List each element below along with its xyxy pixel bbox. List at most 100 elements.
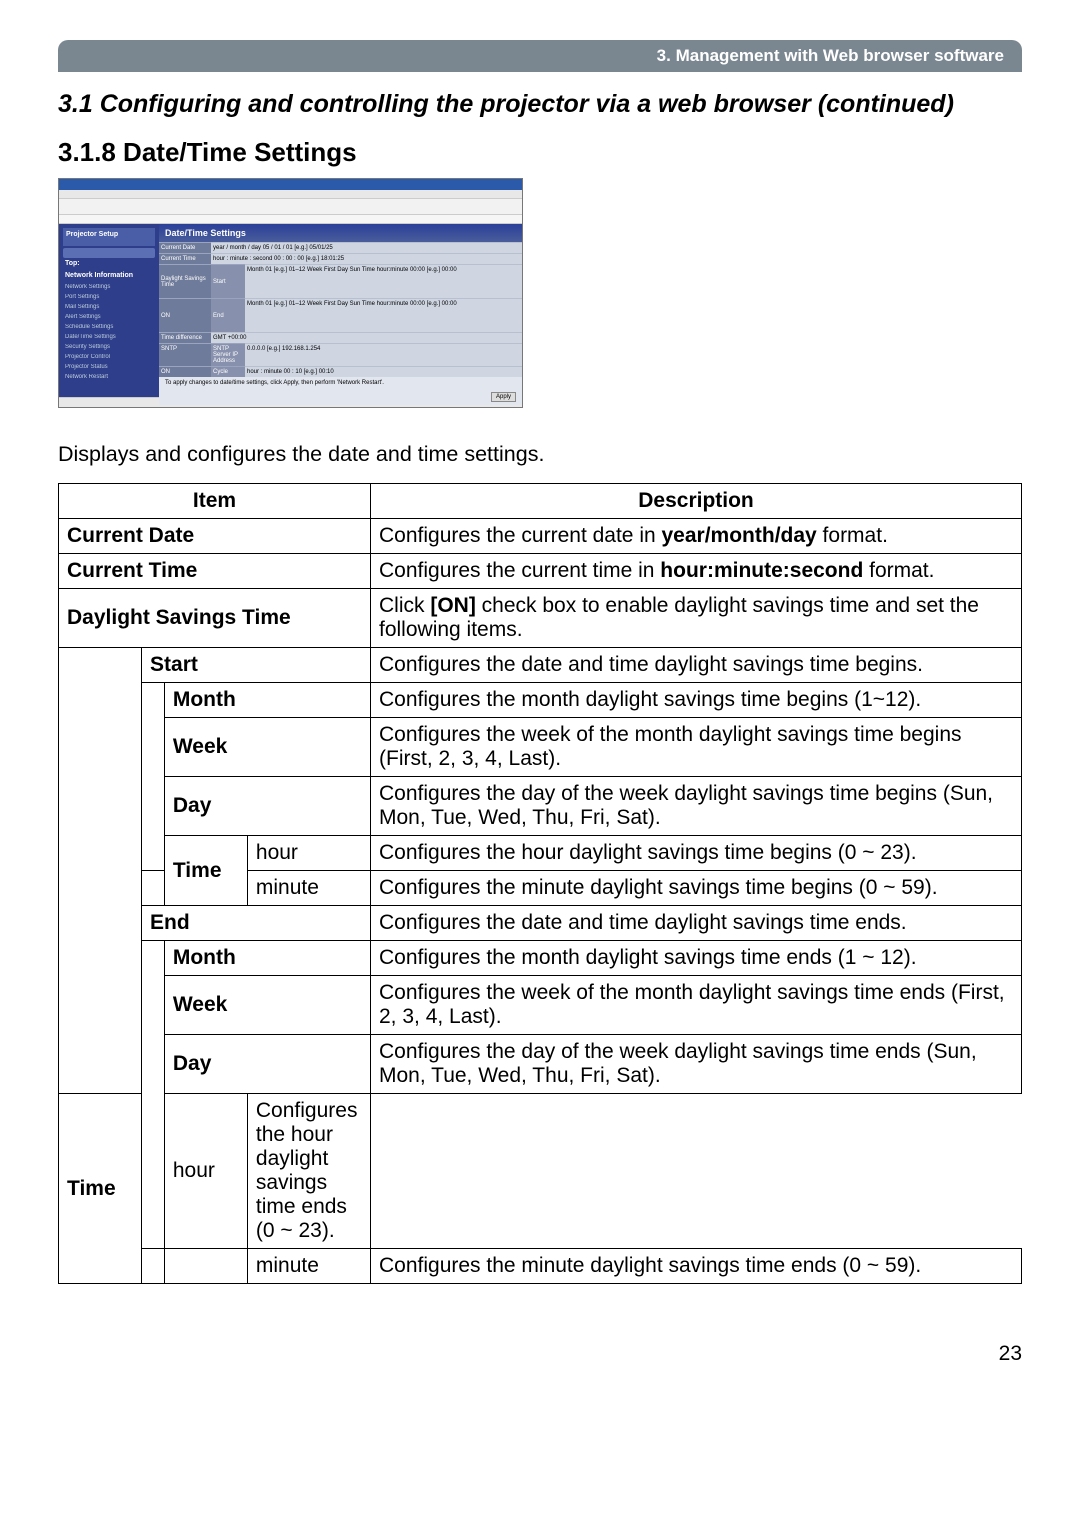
sidebar-item-mail-settings[interactable]: Mail Settings [63,304,155,312]
item-end: End [142,906,371,941]
table-row: End Configures the date and time dayligh… [59,906,1022,941]
chapter-header: 3. Management with Web browser software [58,40,1022,72]
window-menubar [59,190,522,199]
table-row: Week Configures the week of the month da… [59,718,1022,777]
item-start: Start [142,648,371,683]
row-timediff-label: Time difference [159,332,211,343]
apply-note: To apply changes to date/time settings, … [159,377,522,389]
desc-end-month: Configures the month daylight savings ti… [371,941,1022,976]
desc-start-month: Configures the month daylight savings ti… [371,683,1022,718]
row-sntp-on[interactable]: ON [159,366,211,377]
indent-start [142,683,165,871]
th-item: Item [59,484,371,519]
sidebar-item-schedule-settings[interactable]: Schedule Settings [63,324,155,332]
item-end-week: Week [164,976,370,1035]
desc-current-time: Configures the current time in hour:minu… [371,554,1022,589]
panel-title: Date/Time Settings [159,224,522,242]
table-row: minute Configures the minute daylight sa… [59,1249,1022,1284]
desc-start-hour: Configures the hour daylight savings tim… [371,836,1022,871]
intro-text: Displays and configures the date and tim… [58,442,1022,467]
row-current-date-label: Current Date [159,242,211,253]
desc-start: Configures the date and time daylight sa… [371,648,1022,683]
row-sntp-label: SNTP [159,343,211,366]
row-current-time-label: Current Time [159,253,211,264]
desc-dst: Click [ON] check box to enable daylight … [371,589,1022,648]
row-end-label: End [211,298,245,332]
desc-end-minute: Configures the minute daylight savings t… [371,1249,1022,1284]
item-current-time: Current Time [59,554,371,589]
item-start-hour: hour [247,836,370,871]
main-panel: Date/Time Settings Current Date year / m… [159,224,522,397]
table-row: Daylight Savings Time Click [ON] check b… [59,589,1022,648]
table-row: Start Configures the date and time dayli… [59,648,1022,683]
desc-start-week: Configures the week of the month dayligh… [371,718,1022,777]
row-sntp-addr-value[interactable]: 0.0.0.0 [e.g.] 192.168.1.254 [245,343,522,366]
table-row: Current Time Configures the current time… [59,554,1022,589]
indent-end-time [164,1249,247,1284]
table-row: Month Configures the month daylight savi… [59,683,1022,718]
sidebar-item-network-settings[interactable]: Network Settings [63,284,155,292]
row-timediff-value[interactable]: GMT +00:00 [211,332,522,343]
sidebar-title: Projector Setup [63,228,155,246]
table-row: Day Configures the day of the week dayli… [59,777,1022,836]
description-table: Item Description Current Date Configures… [58,483,1022,1284]
item-dst: Daylight Savings Time [59,589,371,648]
item-start-month: Month [164,683,370,718]
indent-start-time [142,871,165,906]
apply-button[interactable]: Apply [491,392,516,402]
browser-toolbar [59,199,522,215]
embedded-screenshot: Projector Setup Top: Network Information… [58,178,523,408]
desc-end-hour: Configures the hour daylight savings tim… [247,1094,370,1249]
table-row: Week Configures the week of the month da… [59,976,1022,1035]
item-end-day: Day [164,1035,370,1094]
indent-end [142,941,165,1249]
row-sntp-cycle-label: Cycle [211,366,245,377]
item-end-time: Time [59,1094,142,1284]
table-row: Month Configures the month daylight savi… [59,941,1022,976]
browser-addressbar [59,215,522,224]
logoff-button[interactable] [63,248,155,258]
item-start-week: Week [164,718,370,777]
item-end-month: Month [164,941,370,976]
sidebar-item-projector-control[interactable]: Projector Control [63,354,155,362]
row-current-time-value[interactable]: hour : minute : second 00 : 00 : 00 [e.g… [211,253,522,264]
sidebar: Projector Setup Top: Network Information… [59,224,159,397]
desc-end-day: Configures the day of the week daylight … [371,1035,1022,1094]
sidebar-group-top: Top: [63,260,155,270]
th-description: Description [371,484,1022,519]
subsection-title: 3.1.8 Date/Time Settings [58,137,1022,168]
row-start-value[interactable]: Month 01 [e.g.] 01–12 Week First Day Sun… [245,264,522,298]
row-start-label: Start [211,264,245,298]
item-end-hour: hour [164,1094,247,1249]
section-title: 3.1 Configuring and controlling the proj… [58,90,1022,119]
table-row: Day Configures the day of the week dayli… [59,1035,1022,1094]
window-titlebar [59,179,522,190]
item-start-minute: minute [247,871,370,906]
sidebar-item-security-settings[interactable]: Security Settings [63,344,155,352]
sidebar-item-alert-settings[interactable]: Alert Settings [63,314,155,322]
sidebar-group-network: Network Information [63,272,155,282]
item-end-minute: minute [247,1249,370,1284]
item-current-date: Current Date [59,519,371,554]
row-sntp-cycle-value[interactable]: hour : minute 00 : 10 [e.g.] 00:10 [245,366,522,377]
desc-end-week: Configures the week of the month dayligh… [371,976,1022,1035]
row-dst-label: Daylight Savings Time [159,264,211,298]
desc-end: Configures the date and time daylight sa… [371,906,1022,941]
sidebar-item-projector-status[interactable]: Projector Status [63,364,155,372]
sidebar-item-network-restart[interactable]: Network Restart [63,374,155,382]
item-start-day: Day [164,777,370,836]
row-dst-on[interactable]: ON [159,298,211,332]
indent-dst-last [142,1249,165,1284]
sidebar-item-port-settings[interactable]: Port Settings [63,294,155,302]
desc-start-minute: Configures the minute daylight savings t… [371,871,1022,906]
table-row: Time hour Configures the hour daylight s… [59,1094,1022,1249]
sidebar-item-datetime-settings[interactable]: Date/Time Settings [63,334,155,342]
row-current-date-value[interactable]: year / month / day 05 / 01 / 01 [e.g.] 0… [211,242,522,253]
desc-current-date: Configures the current date in year/mont… [371,519,1022,554]
table-row: Current Date Configures the current date… [59,519,1022,554]
page-number: 23 [58,1342,1022,1366]
row-sntp-addr-label: SNTP Server IP Address [211,343,245,366]
indent-dst [59,648,142,1094]
item-start-time: Time [164,836,247,906]
row-end-value[interactable]: Month 01 [e.g.] 01–12 Week First Day Sun… [245,298,522,332]
